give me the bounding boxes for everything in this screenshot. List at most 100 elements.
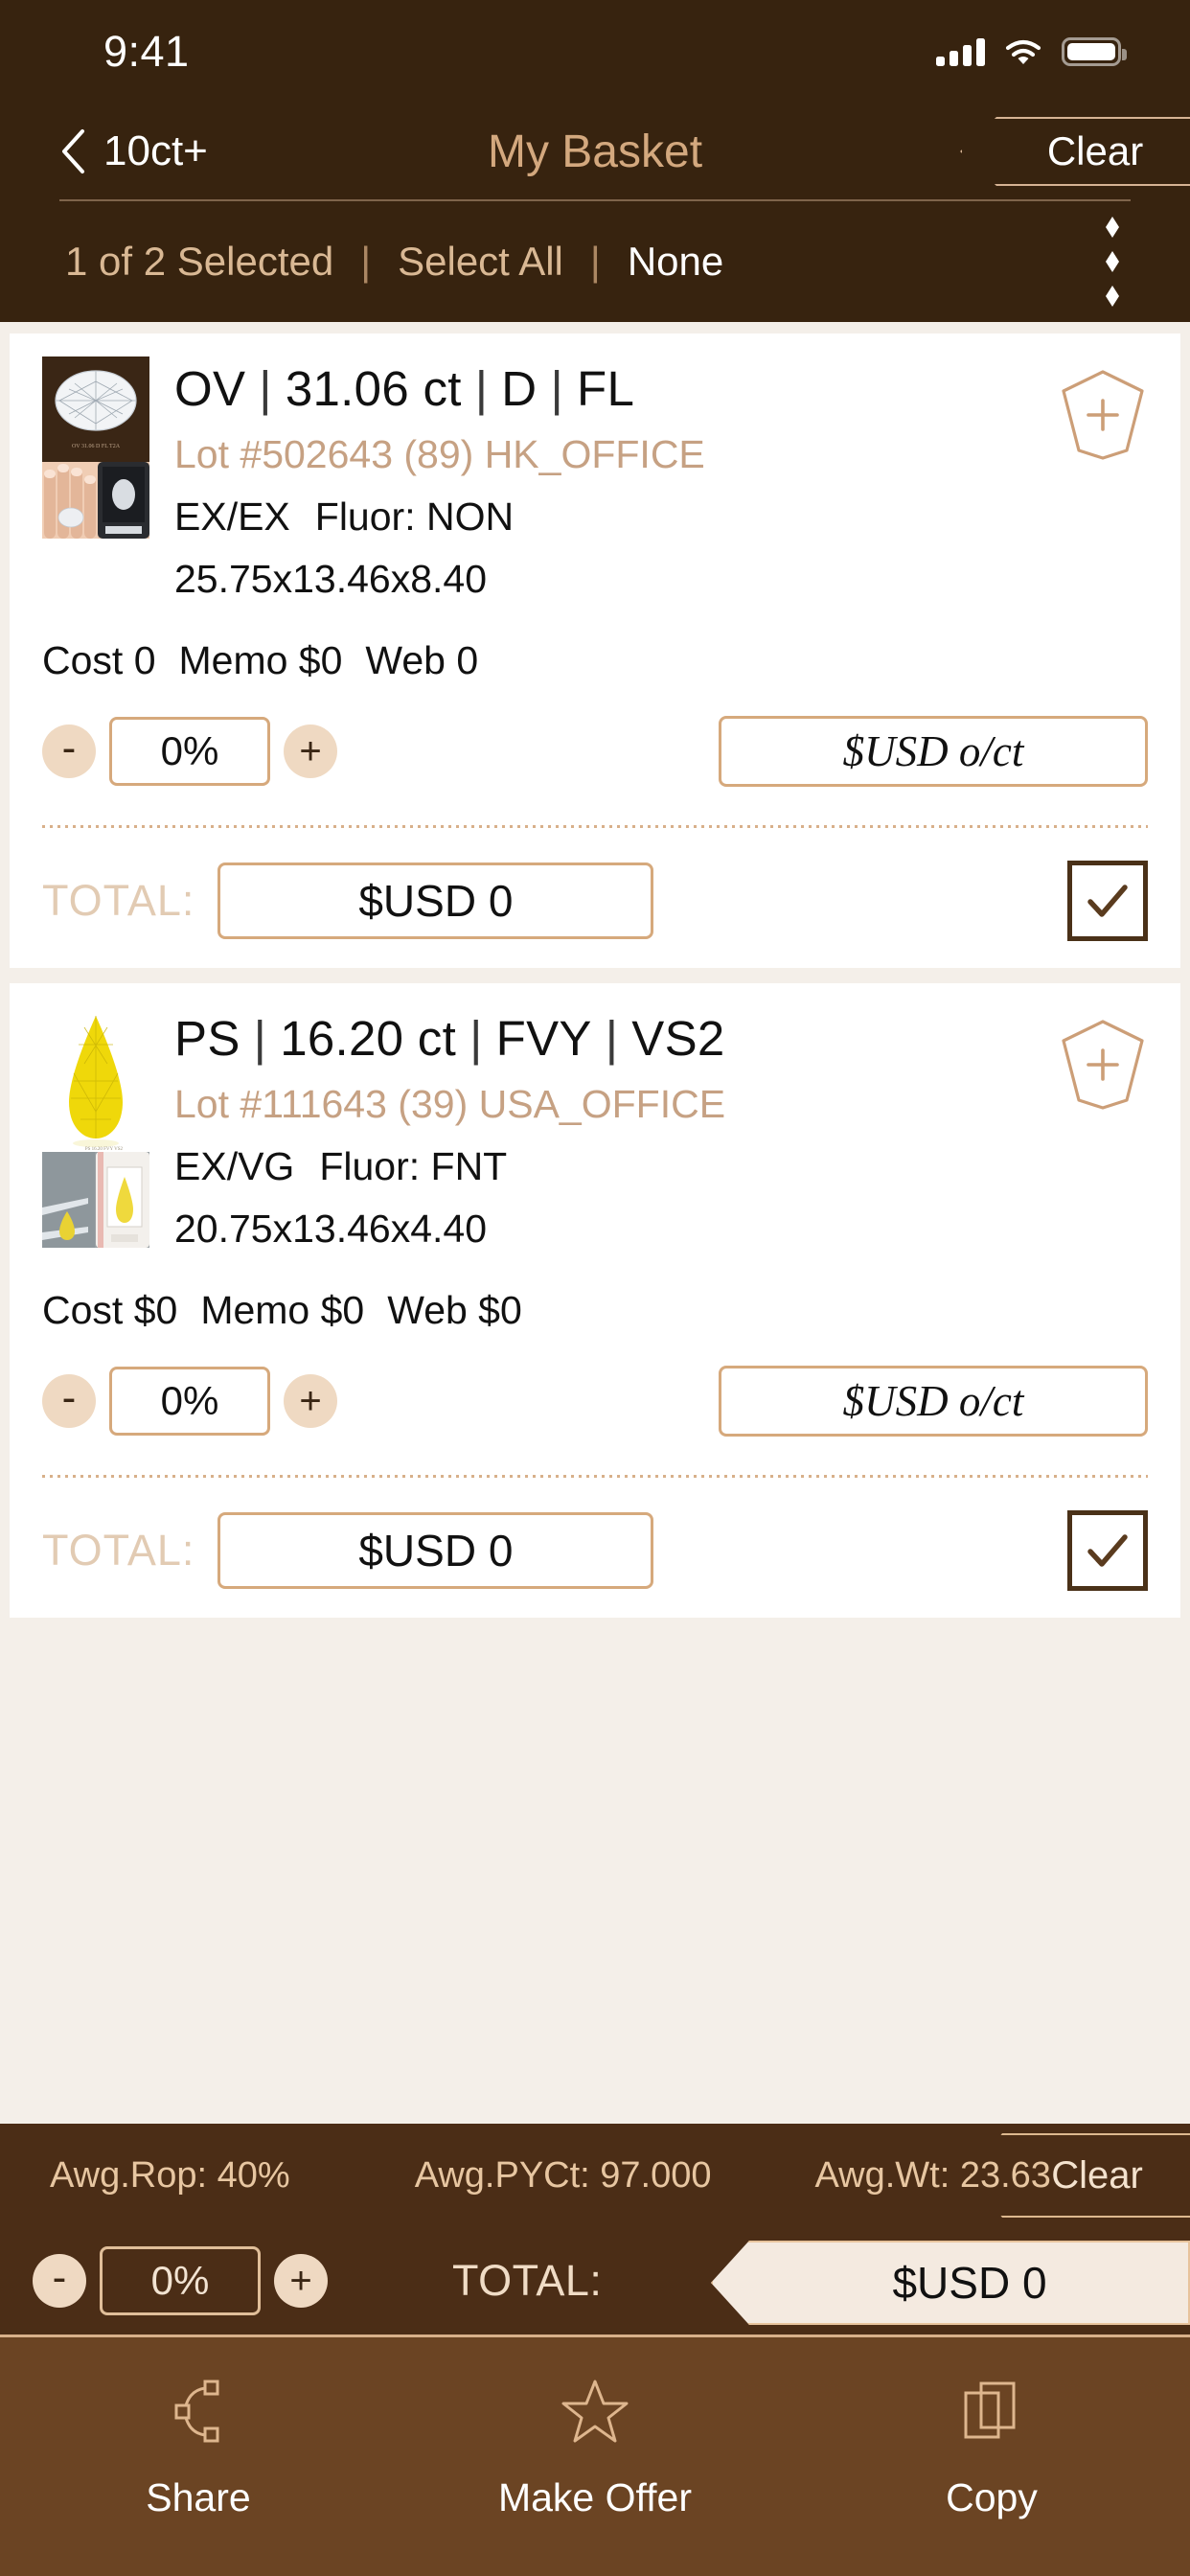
share-tab[interactable]: Share: [0, 2376, 397, 2520]
item-select-checkbox[interactable]: [1067, 1510, 1148, 1591]
summary-total-value[interactable]: $USD 0: [711, 2241, 1190, 2325]
summary-discount-input[interactable]: 0%: [100, 2246, 261, 2315]
card-divider: [42, 1475, 1148, 1478]
selection-toolbar: 1 of 2 Selected | Select All | None: [0, 201, 1190, 322]
item-fluorescence: Fluor: FNT: [319, 1144, 508, 1188]
cellular-bars-icon: [936, 37, 985, 66]
item-title: PS | 16.20 ct | FVY | VS2: [174, 1010, 1033, 1067]
share-tab-label: Share: [146, 2475, 251, 2519]
app-screen: 9:41 10ct+ My Basket Clear 1 of 2 Select…: [0, 0, 1190, 2576]
item-web: Web $0: [387, 1288, 522, 1332]
item-total-label: TOTAL:: [42, 876, 195, 925]
navigation-bar: 10ct+ My Basket Clear: [0, 104, 1190, 199]
gem-plus-icon[interactable]: [1058, 1006, 1148, 1252]
item-thumbnail[interactable]: OV 31.06 D FL T2A: [42, 356, 149, 539]
select-all-button[interactable]: Select All: [398, 239, 563, 285]
item-clarity: VS2: [631, 1011, 725, 1066]
item-memo: Memo $0: [200, 1288, 365, 1332]
summary-clear-button[interactable]: Clear: [970, 2133, 1190, 2218]
pipe-1: |: [253, 1011, 267, 1066]
item-color: FVY: [495, 1011, 592, 1066]
item-cut-polish: EX/VG: [174, 1144, 295, 1188]
avg-pyct-stat: Awg.PYCt: 97.000: [414, 2154, 712, 2196]
pipe-3: |: [605, 1011, 619, 1066]
separator-1: |: [360, 239, 372, 284]
item-cut-polish: EX/EX: [174, 494, 290, 539]
status-clock: 9:41: [103, 27, 190, 76]
item-memo: Memo $0: [178, 638, 343, 682]
item-clarity: FL: [577, 361, 635, 416]
item-shape: OV: [174, 361, 246, 416]
clear-basket-button[interactable]: Clear: [960, 117, 1190, 186]
card-divider: [42, 825, 1148, 828]
selected-count-label: 1 of 2 Selected: [65, 239, 334, 284]
back-button[interactable]: 10ct+: [0, 127, 208, 175]
item-measurements: 20.75x13.46x4.40: [174, 1207, 487, 1251]
card-header: OV 31.06 D FL T2A OV | 31.06 ct | D | FL…: [42, 356, 1148, 602]
item-total-input[interactable]: $USD 0: [217, 862, 654, 939]
star-outline-icon: [560, 2376, 630, 2447]
basket-list[interactable]: OV 31.06 D FL T2A OV | 31.06 ct | D | FL…: [0, 322, 1190, 2124]
kebab-diamond-menu-icon[interactable]: [1106, 217, 1119, 307]
item-specs: OV | 31.06 ct | D | FL Lot #502643 (89) HK_OFF…: [174, 356, 1033, 602]
increment-button[interactable]: +: [284, 1374, 337, 1428]
summary-stats-row: Awg.Rop: 40% Awg.PYCt: 97.000 Awg.Wt: 23…: [0, 2124, 1190, 2227]
decrement-button[interactable]: -: [42, 1374, 96, 1428]
basket-item-card[interactable]: OV 31.06 D FL T2A OV | 31.06 ct | D | FL…: [10, 334, 1180, 968]
item-title: OV | 31.06 ct | D | FL: [174, 360, 1033, 417]
hand-holding-diamond-photo: [42, 462, 149, 539]
item-select-checkbox[interactable]: [1067, 861, 1148, 941]
summary-controls-row: - 0% + TOTAL: $USD 0: [0, 2227, 1190, 2334]
svg-text:OV 31.06 D FL T2A: OV 31.06 D FL T2A: [72, 444, 121, 449]
make-offer-tab[interactable]: Make Offer: [397, 2376, 793, 2520]
item-fluorescence: Fluor: NON: [314, 494, 515, 539]
copy-tab-label: Copy: [946, 2475, 1038, 2519]
back-label: 10ct+: [103, 127, 208, 174]
pipe-1: |: [259, 361, 272, 416]
decrement-button[interactable]: -: [42, 724, 96, 778]
battery-icon: [1062, 37, 1127, 66]
copy-tab[interactable]: Copy: [793, 2376, 1190, 2520]
discount-percent-input[interactable]: 0%: [109, 1367, 270, 1436]
share-nodes-icon: [163, 2376, 234, 2447]
item-cost: Cost $0: [42, 1288, 178, 1332]
item-cut-fluor: EX/VG Fluor: FNT: [174, 1144, 1033, 1189]
item-total-label: TOTAL:: [42, 1526, 195, 1575]
basket-summary-bar: Awg.Rop: 40% Awg.PYCt: 97.000 Awg.Wt: 23…: [0, 2124, 1190, 2334]
item-thumbnail[interactable]: PS 16.20 FVY VS2: [42, 1006, 149, 1248]
item-discount-controls: - 0% + $USD o/ct: [42, 716, 1148, 787]
item-total-row: TOTAL: $USD 0: [42, 861, 1148, 941]
separator-2: |: [589, 239, 601, 284]
summary-increment-button[interactable]: +: [274, 2254, 328, 2308]
item-color: D: [501, 361, 538, 416]
select-none-button[interactable]: None: [628, 239, 723, 285]
discount-percent-input[interactable]: 0%: [109, 717, 270, 786]
gem-plus-icon[interactable]: [1058, 356, 1148, 602]
pear-yellow-diamond-thumbnail: PS 16.20 FVY VS2: [42, 1006, 149, 1152]
item-carat: 31.06 ct: [285, 361, 462, 416]
tweezers-diamond-photo: [42, 1152, 149, 1248]
avg-rop-stat: Awg.Rop: 40%: [50, 2154, 290, 2196]
item-total-input[interactable]: $USD 0: [217, 1512, 654, 1589]
increment-button[interactable]: +: [284, 724, 337, 778]
pipe-2: |: [469, 1011, 483, 1066]
item-total-row: TOTAL: $USD 0: [42, 1510, 1148, 1591]
item-carat: 16.20 ct: [280, 1011, 457, 1066]
chevron-left-icon: [59, 128, 86, 174]
status-bar: 9:41: [0, 0, 1190, 104]
bottom-action-bar: Share Make Offer Copy: [0, 2334, 1190, 2576]
pipe-3: |: [550, 361, 563, 416]
make-offer-tab-label: Make Offer: [497, 2475, 693, 2519]
item-lot-number: Lot #502643 (89) HK_OFFICE: [174, 432, 705, 476]
summary-decrement-button[interactable]: -: [33, 2254, 86, 2308]
item-specs: PS | 16.20 ct | FVY | VS2 Lot #111643 (39) USA…: [174, 1006, 1033, 1252]
pipe-2: |: [474, 361, 489, 416]
item-web: Web 0: [365, 638, 479, 682]
price-per-carat-input[interactable]: $USD o/ct: [719, 716, 1148, 787]
basket-item-card[interactable]: PS 16.20 FVY VS2 PS | 16.20 ct | FVY | V…: [10, 983, 1180, 1618]
price-per-carat-input[interactable]: $USD o/ct: [719, 1366, 1148, 1437]
wifi-icon: [1004, 37, 1042, 66]
copy-icon: [956, 2376, 1027, 2447]
item-price-summary: Cost $0 Memo $0 Web $0: [42, 1288, 1148, 1333]
oval-diamond-thumbnail: OV 31.06 D FL T2A: [42, 356, 149, 462]
